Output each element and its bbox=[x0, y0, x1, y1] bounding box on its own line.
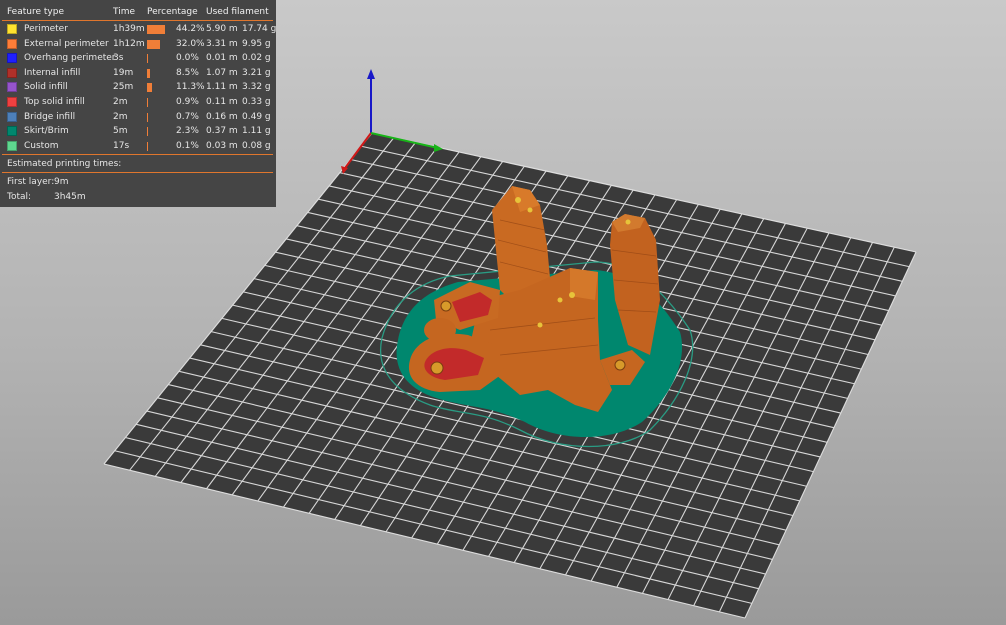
first-layer-row: First layer: 9m bbox=[0, 175, 276, 190]
color-swatch bbox=[7, 140, 17, 151]
feature-time: 5m bbox=[113, 126, 128, 137]
feature-weight: 0.08 g bbox=[242, 140, 271, 151]
feature-name: Skirt/Brim bbox=[24, 126, 69, 137]
legend-separator bbox=[2, 172, 273, 173]
legend-row[interactable]: Internal infill 19m 8.5% 1.07 m 3.21 g bbox=[0, 66, 276, 81]
feature-percentage: 32.0% bbox=[176, 38, 205, 49]
legend-row[interactable]: Skirt/Brim 5m 2.3% 0.37 m 1.11 g bbox=[0, 124, 276, 139]
feature-name: Solid infill bbox=[24, 82, 68, 93]
feature-weight: 0.33 g bbox=[242, 97, 271, 107]
color-swatch bbox=[7, 24, 17, 34]
feature-weight: 9.95 g bbox=[242, 38, 271, 49]
legend-header: Feature type Time Percentage Used filame… bbox=[0, 5, 276, 20]
feature-weight: 17.74 g bbox=[242, 24, 277, 34]
feature-length: 0.03 m bbox=[206, 140, 238, 151]
feature-percentage: 0.1% bbox=[176, 140, 199, 151]
percentage-bar bbox=[147, 54, 148, 64]
feature-time: 25m bbox=[113, 82, 134, 93]
estimated-times-label: Estimated printing times: bbox=[7, 159, 122, 169]
feature-time: 3s bbox=[113, 53, 124, 64]
total-row: Total: 3h45m bbox=[0, 190, 276, 205]
feature-length: 0.37 m bbox=[206, 126, 238, 137]
header-feature-type: Feature type bbox=[7, 7, 64, 17]
feature-name: Custom bbox=[24, 140, 59, 151]
feature-percentage: 0.0% bbox=[176, 53, 199, 64]
feature-name: External perimeter bbox=[24, 38, 109, 49]
feature-weight: 0.02 g bbox=[242, 53, 271, 64]
legend-row[interactable]: Overhang perimeter 3s 0.0% 0.01 m 0.02 g bbox=[0, 51, 276, 66]
feature-weight: 3.32 g bbox=[242, 82, 271, 93]
percentage-bar bbox=[147, 68, 151, 78]
feature-time: 19m bbox=[113, 67, 134, 78]
model-boss bbox=[424, 318, 456, 342]
color-swatch bbox=[7, 111, 17, 122]
feature-name: Top solid infill bbox=[24, 97, 85, 107]
feature-name: Internal infill bbox=[24, 67, 81, 78]
feature-percentage: 11.3% bbox=[176, 82, 205, 93]
feature-percentage: 44.2% bbox=[176, 24, 205, 34]
z-axis-arrow bbox=[367, 69, 375, 79]
feature-length: 1.07 m bbox=[206, 67, 238, 78]
legend-row[interactable]: External perimeter 1h12m 32.0% 3.31 m 9.95 g bbox=[0, 37, 276, 52]
legend-separator bbox=[2, 154, 273, 155]
color-swatch bbox=[7, 82, 17, 93]
feature-time: 2m bbox=[113, 111, 128, 122]
feature-length: 0.01 m bbox=[206, 53, 238, 64]
feature-length: 3.31 m bbox=[206, 38, 238, 49]
total-value: 3h45m bbox=[54, 192, 86, 202]
percentage-bar bbox=[147, 98, 148, 107]
header-time: Time bbox=[113, 7, 136, 17]
feature-length: 0.16 m bbox=[206, 111, 238, 122]
feature-weight: 0.49 g bbox=[242, 111, 271, 122]
color-swatch bbox=[7, 97, 17, 107]
legend-panel: Feature type Time Percentage Used filame… bbox=[0, 0, 276, 207]
feature-length: 5.90 m bbox=[206, 24, 238, 34]
percentage-bar bbox=[147, 112, 148, 122]
header-used-filament: Used filament bbox=[206, 7, 269, 17]
percentage-bar bbox=[147, 83, 152, 93]
header-percentage: Percentage bbox=[147, 7, 198, 17]
legend-row[interactable]: Bridge infill 2m 0.7% 0.16 m 0.49 g bbox=[0, 110, 276, 125]
feature-percentage: 0.7% bbox=[176, 111, 199, 122]
legend-row[interactable]: Top solid infill 2m 0.9% 0.11 m 0.33 g bbox=[0, 95, 276, 110]
color-swatch bbox=[7, 53, 17, 64]
feature-weight: 1.11 g bbox=[242, 126, 271, 137]
percentage-bar bbox=[147, 25, 165, 34]
first-layer-label: First layer: bbox=[7, 177, 55, 187]
first-layer-value: 9m bbox=[54, 177, 69, 187]
feature-name: Perimeter bbox=[24, 24, 68, 34]
color-swatch bbox=[7, 67, 17, 78]
legend-row[interactable]: Solid infill 25m 11.3% 1.11 m 3.32 g bbox=[0, 80, 276, 95]
feature-name: Bridge infill bbox=[24, 111, 76, 122]
feature-time: 2m bbox=[113, 97, 128, 107]
feature-time: 17s bbox=[113, 140, 130, 151]
feature-time: 1h39m bbox=[113, 24, 145, 34]
feature-length: 1.11 m bbox=[206, 82, 238, 93]
percentage-bar bbox=[147, 127, 148, 137]
feature-percentage: 0.9% bbox=[176, 97, 199, 107]
feature-percentage: 8.5% bbox=[176, 67, 199, 78]
feature-length: 0.11 m bbox=[206, 97, 238, 107]
percentage-bar bbox=[147, 141, 148, 151]
feature-weight: 3.21 g bbox=[242, 67, 271, 78]
feature-percentage: 2.3% bbox=[176, 126, 199, 137]
legend-separator bbox=[2, 20, 273, 21]
feature-time: 1h12m bbox=[113, 38, 145, 49]
feature-name: Overhang perimeter bbox=[24, 53, 116, 64]
total-label: Total: bbox=[7, 192, 32, 202]
estimated-times-label-row: Estimated printing times: bbox=[0, 157, 276, 172]
legend-row[interactable]: Custom 17s 0.1% 0.03 m 0.08 g bbox=[0, 139, 276, 154]
color-swatch bbox=[7, 38, 17, 49]
color-swatch bbox=[7, 126, 17, 137]
percentage-bar bbox=[147, 39, 161, 49]
legend-row[interactable]: Perimeter 1h39m 44.2% 5.90 m 17.74 g bbox=[0, 22, 276, 37]
